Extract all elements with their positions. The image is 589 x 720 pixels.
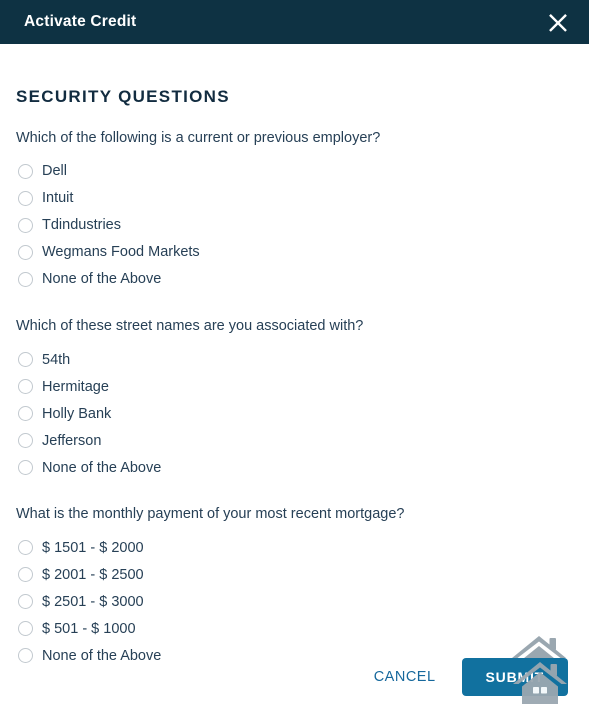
section-heading: SECURITY QUESTIONS [16,87,230,106]
option-row[interactable]: 54th [16,346,573,373]
question-block-1: Which of the following is a current or p… [16,129,573,293]
option-label: None of the Above [42,459,162,476]
option-row[interactable]: $ 1501 - $ 2000 [16,534,573,561]
close-icon [547,11,569,33]
cancel-button[interactable]: CANCEL [370,661,440,693]
option-row[interactable]: Holly Bank [16,400,573,427]
option-label: $ 2501 - $ 3000 [42,593,144,610]
option-label: Jefferson [42,432,102,449]
option-label: None of the Above [42,271,162,288]
option-row[interactable]: None of the Above [16,454,573,481]
radio-icon[interactable] [18,460,33,476]
option-label: Tdindustries [42,217,121,234]
close-button[interactable] [543,7,573,37]
question-text: What is the monthly payment of your most… [16,506,405,523]
option-row[interactable]: Hermitage [16,373,573,400]
option-row[interactable]: Jefferson [16,427,573,454]
option-label: Holly Bank [42,405,112,422]
radio-icon[interactable] [18,352,33,368]
radio-icon[interactable] [18,164,33,180]
radio-icon[interactable] [18,191,33,207]
option-label: $ 1501 - $ 2000 [42,539,144,556]
page-title: Activate Credit [24,13,137,30]
question-text: Which of these street names are you asso… [16,318,364,335]
question-text: Which of the following is a current or p… [16,130,381,146]
radio-icon[interactable] [18,567,33,583]
option-row[interactable]: $ 2501 - $ 3000 [16,588,573,615]
radio-icon[interactable] [18,540,33,556]
radio-icon[interactable] [18,379,33,395]
option-label: Intuit [42,190,74,207]
radio-icon[interactable] [18,433,33,449]
question-block-2: Which of these street names are you asso… [16,317,573,481]
option-row[interactable]: Tdindustries [16,212,573,239]
option-label: Wegmans Food Markets [42,244,200,261]
option-label: Hermitage [42,378,109,395]
option-row[interactable]: Dell [16,158,573,185]
radio-icon[interactable] [18,406,33,422]
option-label: $ 2001 - $ 2500 [42,566,144,583]
modal-header: Activate Credit [0,0,589,44]
submit-button[interactable]: SUBMIT [461,658,568,696]
radio-icon[interactable] [18,218,33,234]
option-label: 54th [42,351,71,368]
option-row[interactable]: Wegmans Food Markets [16,239,573,266]
radio-icon[interactable] [18,245,33,261]
radio-icon[interactable] [18,594,33,610]
option-row[interactable]: Intuit [16,185,573,212]
modal-body: SECURITY QUESTIONS Which of the followin… [0,44,589,669]
modal-footer: CANCEL SUBMIT [0,634,589,720]
option-row[interactable]: $ 2001 - $ 2500 [16,561,573,588]
option-label: Dell [42,163,67,180]
radio-icon[interactable] [18,272,33,288]
option-row[interactable]: None of the Above [16,266,573,293]
